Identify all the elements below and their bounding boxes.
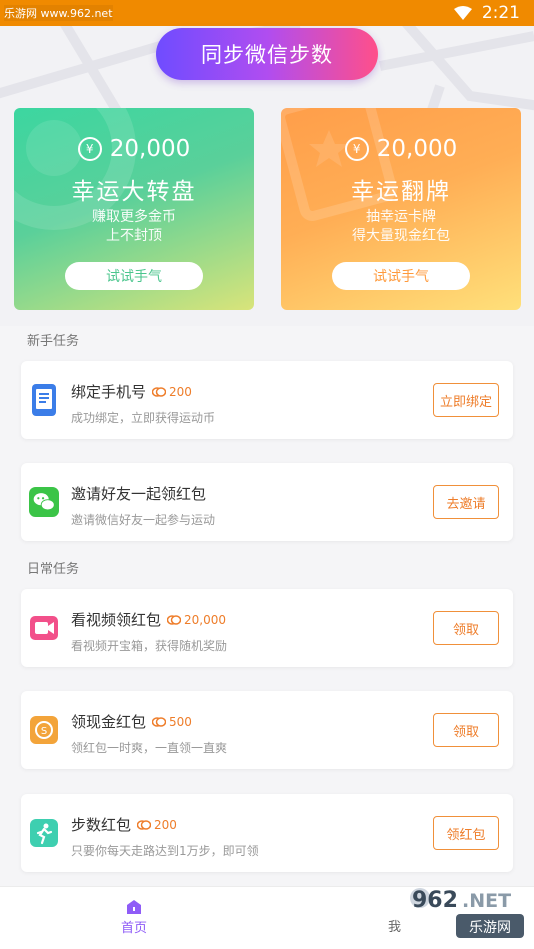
invite-button[interactable]: 去邀请 [433,485,499,519]
coins-icon [152,716,167,727]
lucky-wheel-try-button[interactable]: 试试手气 [65,262,203,290]
section-title-daily: 日常任务 [27,562,80,577]
coins-icon [137,819,152,830]
lucky-flip-desc-line2: 得大量现金红包 [352,228,450,244]
task-name-text: 绑定手机号 [71,383,147,401]
wechat-icon [29,485,59,519]
status-time: 2:21 [481,3,520,23]
nav-home[interactable]: 首页 [112,899,156,936]
task-name-text: 邀请好友一起领红包 [71,485,207,503]
coins-icon [152,386,167,397]
task-desc: 领红包一时爽，一直领一直爽 [71,741,228,755]
task-bind-phone[interactable]: 绑定手机号 200 成功绑定，立即获得运动币 立即绑定 [21,361,513,439]
running-icon [29,816,59,850]
reward-badge: 20,000 [167,613,226,627]
section-title-newbie: 新手任务 [27,334,80,349]
task-desc: 只要你每天走路达到1万步，即可领 [71,844,259,858]
task-steps-packet[interactable]: 步数红包 200 只要你每天走路达到1万步，即可领 领红包 [21,794,513,872]
svg-text:乐游网: 乐游网 [469,920,511,936]
bind-now-button[interactable]: 立即绑定 [433,383,499,417]
lucky-flip-title: 幸运翻牌 [351,179,451,205]
task-name: 领现金红包 500 [71,711,192,732]
watermark-text: 乐游网 www.962.net [4,5,113,21]
status-bar: 乐游网 www.962.net 2:21 [0,0,534,26]
task-name-text: 领现金红包 [71,713,147,731]
lucky-wheel-desc-line1: 赚取更多金币 [92,209,176,225]
claim-button[interactable]: 领取 [433,713,499,747]
task-name: 步数红包 200 [71,814,177,835]
home-icon [127,900,141,914]
status-right: 2:21 [453,2,520,24]
lucky-flip-amount: ¥ 20,000 [281,136,521,162]
task-name-text: 步数红包 [71,816,132,834]
task-watch-video[interactable]: 看视频领红包 20,000 看视频开宝箱，获得随机奖励 领取 [21,589,513,667]
lucky-wheel-desc: 赚取更多金币 上不封顶 [14,208,254,246]
lucky-flip-amount-value: 20,000 [376,136,458,162]
claim-button[interactable]: 领取 [433,611,499,645]
task-name: 看视频领红包 20,000 [71,609,226,630]
claim-packet-button[interactable]: 领红包 [433,816,499,850]
task-name: 绑定手机号 200 [71,381,192,402]
sync-wechat-steps-button[interactable]: 同步微信步数 [156,28,378,80]
nav-mine[interactable]: 我 [388,916,401,935]
svg-text:962: 962 [412,888,458,913]
reward-badge: 200 [152,385,192,399]
lucky-wheel-desc-line2: 上不封顶 [106,228,162,244]
svg-text:S: S [41,726,47,737]
task-name: 邀请好友一起领红包 [71,483,206,504]
watermark-logo: 962 .NET 乐游网 [410,888,524,938]
reward-amount: 500 [169,714,192,729]
lucky-wheel-card[interactable]: ¥ 20,000 幸运大转盘 赚取更多金币 上不封顶 试试手气 [14,108,254,310]
lucky-wheel-amount-value: 20,000 [109,136,191,162]
svg-text:.NET: .NET [462,890,511,912]
task-cash-packet[interactable]: S 领现金红包 500 领红包一时爽，一直领一直爽 领取 [21,691,513,769]
task-desc: 邀请微信好友一起参与运动 [71,513,216,527]
nav-home-label: 首页 [120,921,147,936]
task-invite-friends[interactable]: 邀请好友一起领红包 邀请微信好友一起参与运动 去邀请 [21,463,513,541]
phone-icon [29,383,59,417]
yen-coin-icon: ¥ [77,137,102,161]
lucky-flip-desc-line1: 抽幸运卡牌 [366,209,436,225]
task-name-text: 看视频领红包 [71,611,162,629]
task-desc: 看视频开宝箱，获得随机奖励 [71,639,228,653]
nav-mine-label: 我 [388,920,402,935]
lucky-flip-desc: 抽幸运卡牌 得大量现金红包 [281,208,521,246]
wifi-icon [453,6,472,20]
reward-amount: 200 [169,384,192,399]
reward-badge: 500 [152,715,192,729]
reward-amount: 200 [154,817,177,832]
reward-amount: 20,000 [184,612,227,627]
lucky-flip-card[interactable]: ¥ 20,000 幸运翻牌 抽幸运卡牌 得大量现金红包 试试手气 [281,108,521,310]
coins-icon [167,614,182,625]
lucky-flip-try-button[interactable]: 试试手气 [332,262,470,290]
lucky-wheel-amount: ¥ 20,000 [14,136,254,162]
yen-coin-icon: ¥ [344,137,369,161]
video-icon [29,611,59,645]
task-desc: 成功绑定，立即获得运动币 [71,411,216,425]
reward-badge: 200 [137,818,177,832]
lucky-wheel-title: 幸运大转盘 [71,179,197,205]
cash-icon: S [29,713,59,747]
